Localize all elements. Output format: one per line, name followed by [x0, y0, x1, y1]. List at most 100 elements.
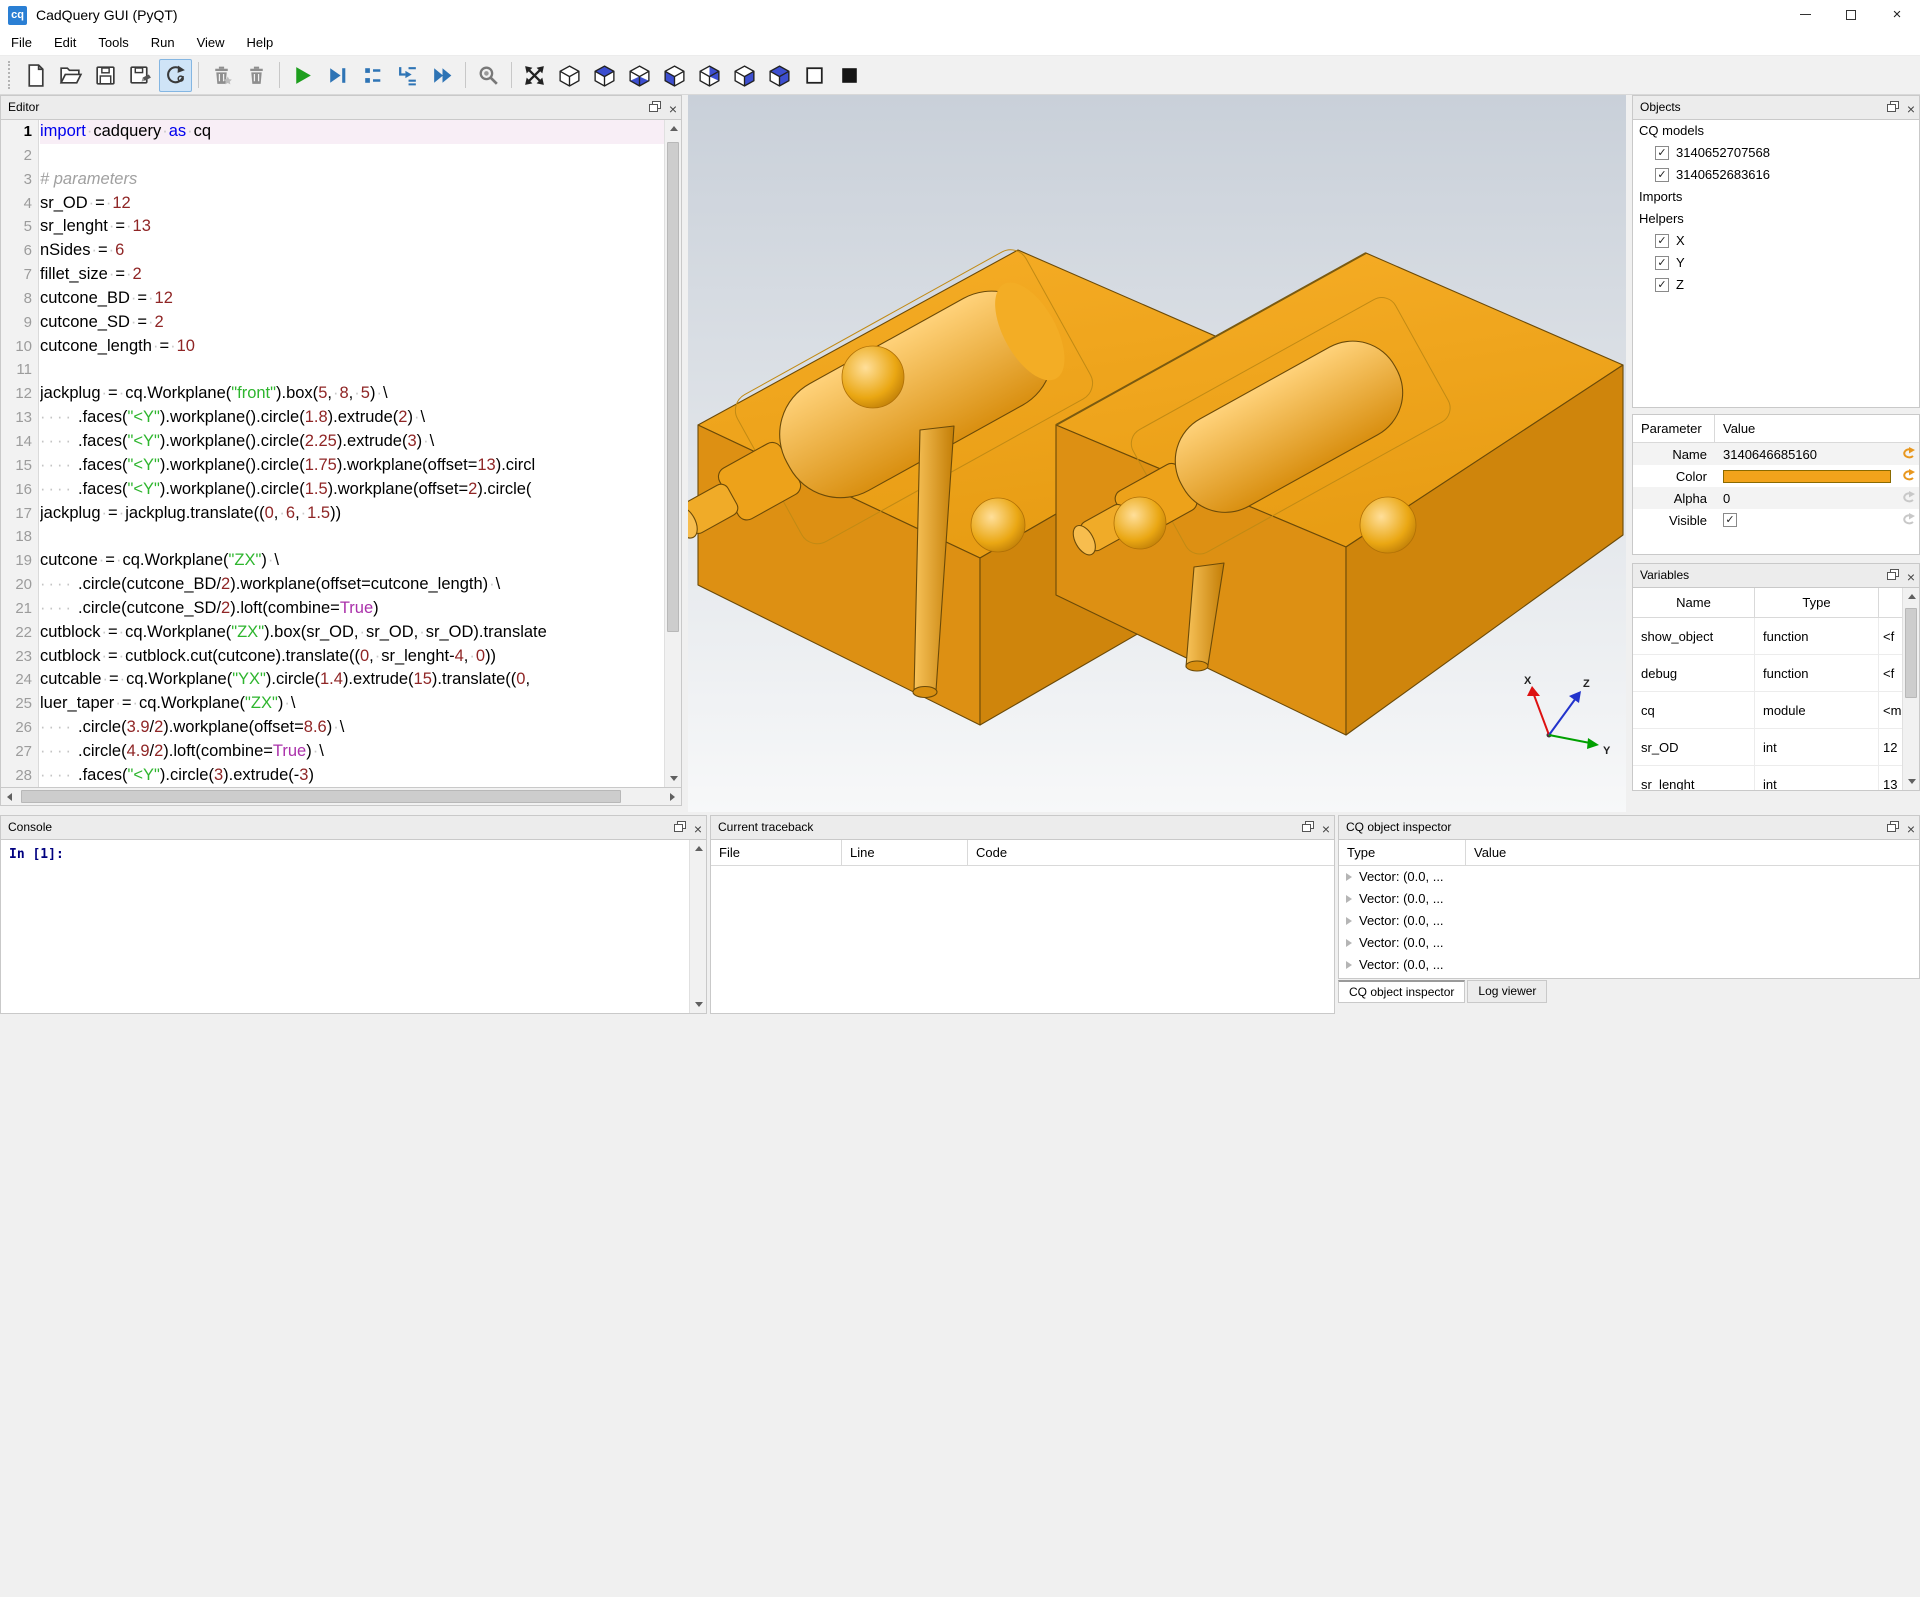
property-value[interactable]: 3140646685160	[1715, 447, 1919, 462]
code-line[interactable]: cutblock·=·cutblock.cut(cutcone).transla…	[40, 645, 664, 669]
expand-chevron-icon[interactable]	[1346, 939, 1352, 947]
reset-button[interactable]	[1900, 491, 1916, 505]
visibility-checkbox[interactable]: ✓	[1655, 168, 1669, 182]
toggle-wireframe-button[interactable]	[798, 59, 831, 92]
open-file-button[interactable]	[54, 59, 87, 92]
code-line[interactable]: ····.circle(cutcone_BD/2).workplane(offs…	[40, 573, 664, 597]
close-panel-icon[interactable]: ×	[1322, 822, 1330, 836]
code-line[interactable]: ····.faces("<Y").circle(3).extrude(-3)	[40, 764, 664, 787]
code-line[interactable]: cutcone_BD·=·12	[40, 287, 664, 311]
menu-run[interactable]: Run	[140, 30, 186, 56]
float-panel-icon[interactable]	[649, 97, 661, 120]
save-button[interactable]	[89, 59, 122, 92]
menu-view[interactable]: View	[186, 30, 236, 56]
variable-row-sr_lenght[interactable]: sr_lenghtint13	[1633, 766, 1919, 791]
step-button[interactable]	[356, 59, 389, 92]
variable-row-sr_OD[interactable]: sr_ODint12	[1633, 729, 1919, 766]
float-panel-icon[interactable]	[1887, 97, 1899, 120]
variable-row-show_object[interactable]: show_objectfunction<f	[1633, 618, 1919, 655]
view-front-button[interactable]	[658, 59, 691, 92]
inspector-row[interactable]: Vector: (0.0, ...	[1339, 954, 1919, 976]
editor-vertical-scrollbar[interactable]	[664, 120, 681, 787]
save-as-button[interactable]	[124, 59, 157, 92]
code-line[interactable]: ····.faces("<Y").workplane().circle(1.5)…	[40, 478, 664, 502]
expand-chevron-icon[interactable]	[1346, 917, 1352, 925]
code-line[interactable]: ····.circle(cutcone_SD/2).loft(combine=T…	[40, 597, 664, 621]
continue-button[interactable]	[426, 59, 459, 92]
traceback-table[interactable]: File Line Code	[710, 840, 1335, 1014]
tree-item-Y[interactable]: ✓Y	[1633, 252, 1919, 274]
code-line[interactable]: ····.faces("<Y").workplane().circle(1.8)…	[40, 406, 664, 430]
code-lines[interactable]: import·cadquery·as·cq# parameterssr_OD·=…	[40, 120, 664, 787]
code-line[interactable]: sr_OD·=·12	[40, 192, 664, 216]
tree-group-label[interactable]: CQ models	[1633, 120, 1919, 142]
expand-chevron-icon[interactable]	[1346, 895, 1352, 903]
render-button[interactable]	[286, 59, 319, 92]
variables-table[interactable]: Name Type show_objectfunction<fdebugfunc…	[1632, 588, 1920, 791]
reset-button[interactable]	[1900, 469, 1916, 483]
tab-log-viewer[interactable]: Log viewer	[1467, 980, 1547, 1003]
console-input-area[interactable]: In [1]:	[0, 840, 707, 1014]
scroll-thumb[interactable]	[667, 142, 679, 632]
code-line[interactable]: cutcone_length·=·10	[40, 335, 664, 359]
scroll-thumb[interactable]	[21, 790, 621, 803]
variable-row-cq[interactable]: cqmodule<m	[1633, 692, 1919, 729]
tree-item-3140652707568[interactable]: ✓3140652707568	[1633, 142, 1919, 164]
toggle-shaded-button[interactable]	[833, 59, 866, 92]
close-panel-icon[interactable]: ×	[669, 102, 677, 116]
expand-chevron-icon[interactable]	[1346, 873, 1352, 881]
tree-item-Z[interactable]: ✓Z	[1633, 274, 1919, 296]
visibility-checkbox[interactable]: ✓	[1655, 278, 1669, 292]
view-top-button[interactable]	[588, 59, 621, 92]
console-vertical-scrollbar[interactable]	[689, 840, 706, 1013]
toolbar-drag-handle[interactable]	[8, 61, 13, 89]
code-line[interactable]: cutblock·=·cq.Workplane("ZX").box(sr_OD,…	[40, 621, 664, 645]
property-value[interactable]: ✓	[1715, 513, 1919, 527]
close-panel-icon[interactable]: ×	[1907, 822, 1915, 836]
3d-viewport[interactable]: X Z Y	[688, 95, 1626, 812]
float-panel-icon[interactable]	[674, 817, 686, 840]
code-line[interactable]: luer_taper·=·cq.Workplane("ZX")·\	[40, 692, 664, 716]
reload-button[interactable]	[159, 59, 192, 92]
color-swatch[interactable]	[1723, 470, 1891, 483]
code-line[interactable]: ····.faces("<Y").workplane().circle(1.75…	[40, 454, 664, 478]
visibility-checkbox[interactable]: ✓	[1655, 256, 1669, 270]
menu-file[interactable]: File	[0, 30, 43, 56]
code-line[interactable]: cutcone_SD·=·2	[40, 311, 664, 335]
close-panel-icon[interactable]: ×	[1907, 102, 1915, 116]
expand-chevron-icon[interactable]	[1346, 961, 1352, 969]
code-line[interactable]	[40, 144, 664, 168]
tree-item-X[interactable]: ✓X	[1633, 230, 1919, 252]
float-panel-icon[interactable]	[1887, 817, 1899, 840]
property-value[interactable]	[1715, 470, 1919, 483]
inspector-row[interactable]: Vector: (0.0, ...	[1339, 932, 1919, 954]
variable-row-debug[interactable]: debugfunction<f	[1633, 655, 1919, 692]
code-line[interactable]: ····.circle(4.9/2).loft(combine=True)·\	[40, 740, 664, 764]
menu-edit[interactable]: Edit	[43, 30, 87, 56]
variables-vertical-scrollbar[interactable]	[1902, 588, 1919, 790]
new-file-button[interactable]	[19, 59, 52, 92]
code-editor[interactable]: 1234567891011121314151617181920212223242…	[0, 120, 682, 788]
code-line[interactable]	[40, 525, 664, 549]
scroll-thumb[interactable]	[1905, 608, 1917, 698]
inspector-row[interactable]: Vector: (0.0, ...	[1339, 866, 1919, 888]
view-left-button[interactable]	[728, 59, 761, 92]
delete-render-button[interactable]	[205, 59, 238, 92]
view-right-button[interactable]	[763, 59, 796, 92]
code-line[interactable]	[40, 358, 664, 382]
code-line[interactable]: jackplug·=·jackplug.translate((0,·6,·1.5…	[40, 502, 664, 526]
search-button[interactable]	[472, 59, 505, 92]
close-button[interactable]: ×	[1874, 0, 1920, 30]
code-line[interactable]: cutcable·=·cq.Workplane("YX").circle(1.4…	[40, 668, 664, 692]
debug-run-button[interactable]	[321, 59, 354, 92]
view-bottom-button[interactable]	[623, 59, 656, 92]
maximize-button[interactable]	[1828, 0, 1874, 30]
view-iso-button[interactable]	[553, 59, 586, 92]
menu-help[interactable]: Help	[236, 30, 285, 56]
code-line[interactable]: # parameters	[40, 168, 664, 192]
float-panel-icon[interactable]	[1302, 817, 1314, 840]
reset-button[interactable]	[1900, 447, 1916, 461]
visibility-checkbox[interactable]: ✓	[1655, 234, 1669, 248]
reset-button[interactable]	[1900, 513, 1916, 527]
visible-checkbox[interactable]: ✓	[1723, 513, 1737, 527]
